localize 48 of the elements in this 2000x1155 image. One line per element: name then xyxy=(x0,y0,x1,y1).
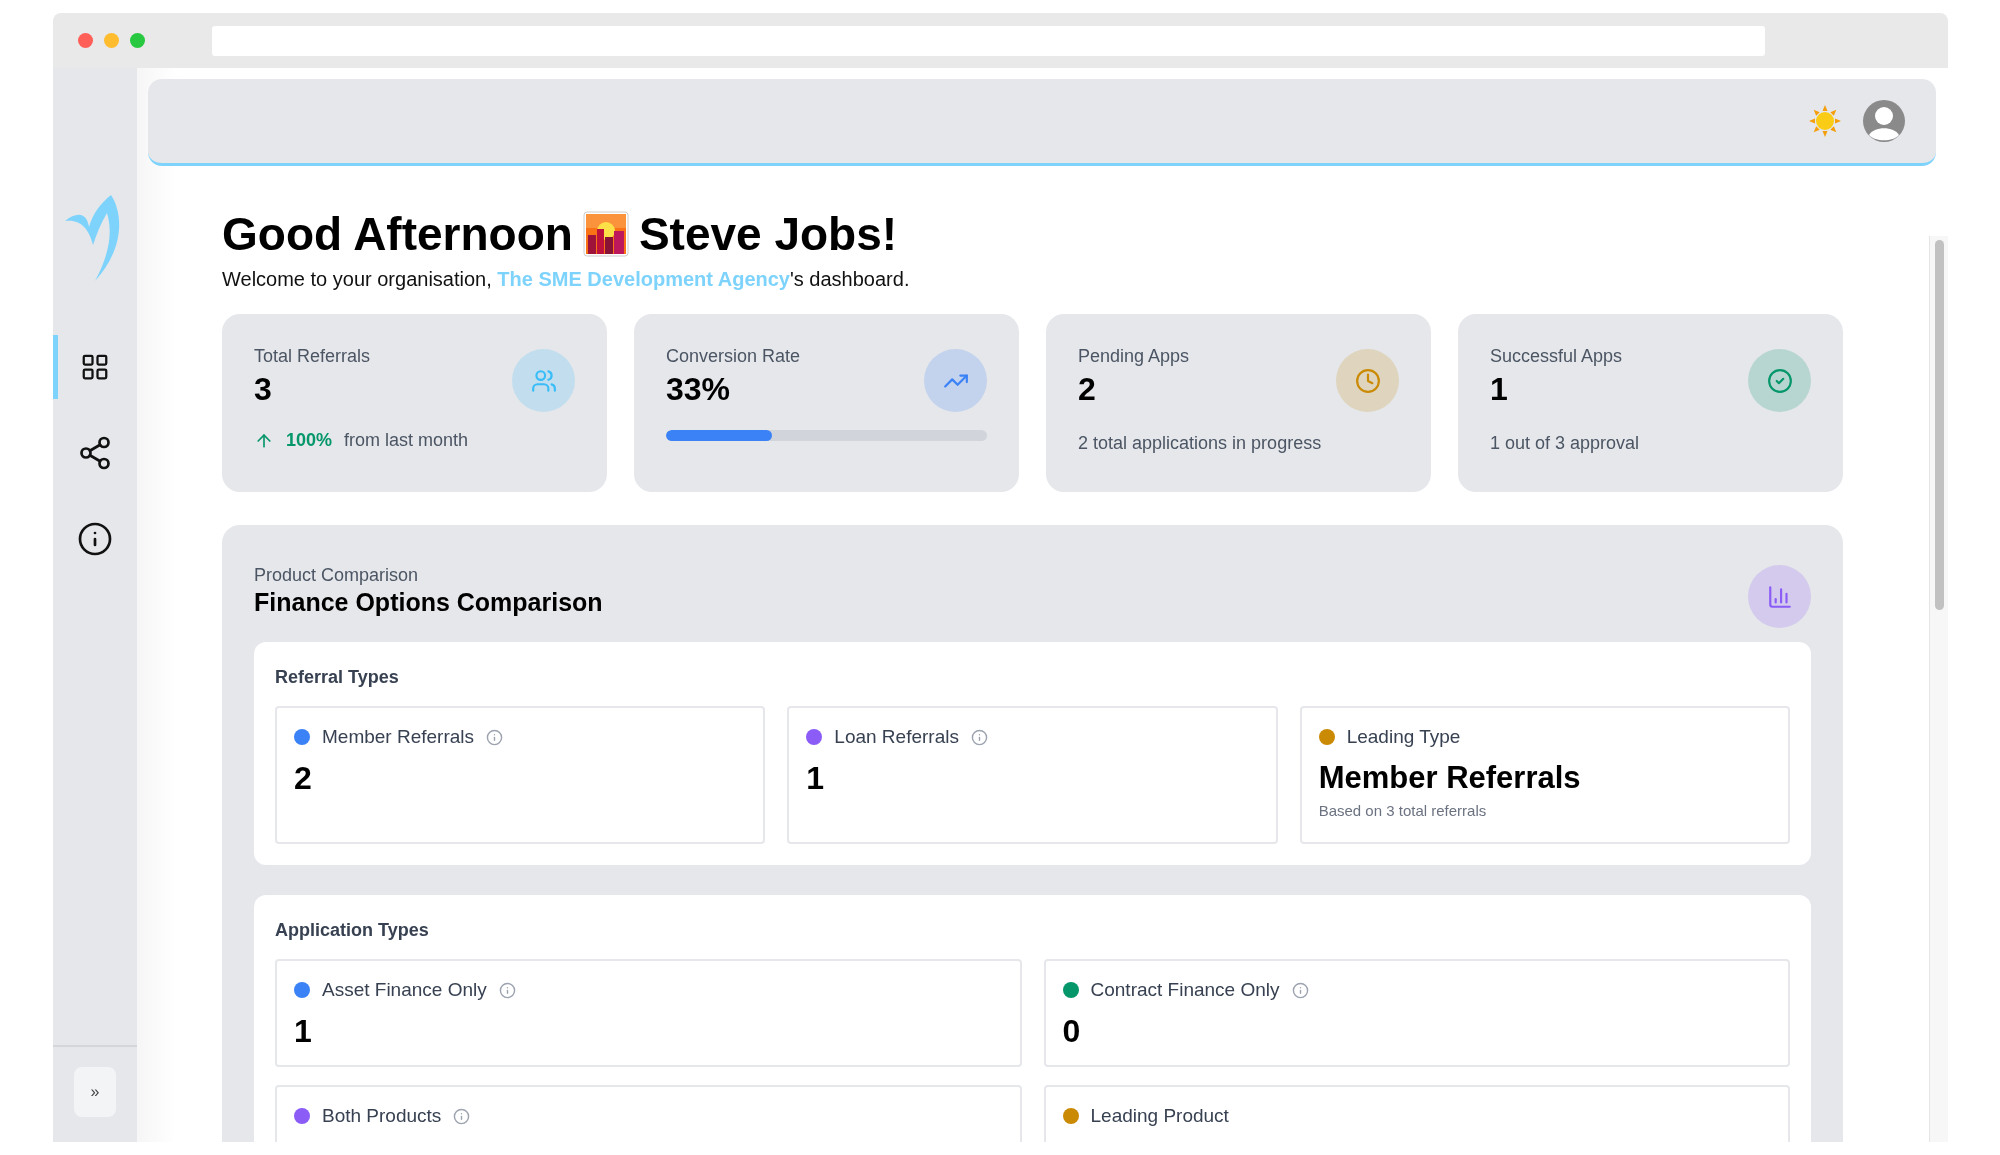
metric-value: 1 xyxy=(806,760,826,797)
metric-value: 1 xyxy=(294,1013,313,1050)
user-avatar[interactable] xyxy=(1862,99,1906,143)
section-title: Referral Types xyxy=(275,667,400,688)
minimize-dot[interactable] xyxy=(104,33,119,48)
leading-value: Member Referrals xyxy=(1318,760,1582,796)
metric-label: Leading Type xyxy=(1346,726,1461,748)
metric-value: 2 xyxy=(294,760,313,797)
welcome-text: Welcome to your organisation, The SME Development Agency's dashboard. xyxy=(222,268,911,291)
maximize-dot[interactable] xyxy=(130,33,145,48)
section-title: Application Types xyxy=(275,920,430,941)
metric-label: Leading Product xyxy=(1090,1105,1229,1127)
stat-value: 3 xyxy=(254,371,272,408)
info-icon[interactable] xyxy=(970,728,988,746)
metric-label: Both Products xyxy=(322,1105,442,1127)
user-name: Steve Jobs! xyxy=(638,207,898,262)
stat-value: 33% xyxy=(666,371,731,408)
info-icon[interactable] xyxy=(453,1107,471,1125)
close-dot[interactable] xyxy=(78,33,93,48)
metric-label: Loan Referrals xyxy=(834,726,959,748)
panel-eyebrow: Product Comparison xyxy=(254,565,420,586)
change-percent: 100% xyxy=(286,430,333,451)
stat-note: 1 out of 3 approval xyxy=(1490,433,1641,454)
stat-value: 2 xyxy=(1078,371,1096,408)
info-icon[interactable] xyxy=(1291,981,1309,999)
metric-label: Member Referrals xyxy=(322,726,475,748)
stat-note: from last month xyxy=(344,430,469,451)
stat-value: 1 xyxy=(1490,371,1508,408)
metric-label: Contract Finance Only xyxy=(1090,979,1280,1001)
expand-sidebar-button[interactable]: » xyxy=(74,1067,116,1117)
city-sunset-icon xyxy=(582,211,629,257)
stat-label: Conversion Rate xyxy=(666,346,801,367)
scrollbar[interactable] xyxy=(1929,236,1948,1142)
panel-title: Finance Options Comparison xyxy=(254,588,603,617)
metric-value: 0 xyxy=(1062,1013,1082,1050)
info-icon[interactable] xyxy=(498,981,516,999)
stat-note: 2 total applications in progress xyxy=(1078,433,1323,454)
stat-label: Total Referrals xyxy=(254,346,371,367)
info-icon xyxy=(77,521,113,557)
leading-note: Based on 3 total referrals xyxy=(1318,802,1488,819)
info-icon[interactable] xyxy=(486,728,504,746)
share-icon xyxy=(77,435,113,471)
metric-label: Asset Finance Only xyxy=(322,979,487,1001)
stat-label: Pending Apps xyxy=(1078,346,1190,367)
grid-icon xyxy=(80,352,110,382)
stat-label: Successful Apps xyxy=(1490,346,1623,367)
sun-icon[interactable] xyxy=(1808,104,1842,138)
greeting-text: Good Afternoon xyxy=(222,207,573,262)
